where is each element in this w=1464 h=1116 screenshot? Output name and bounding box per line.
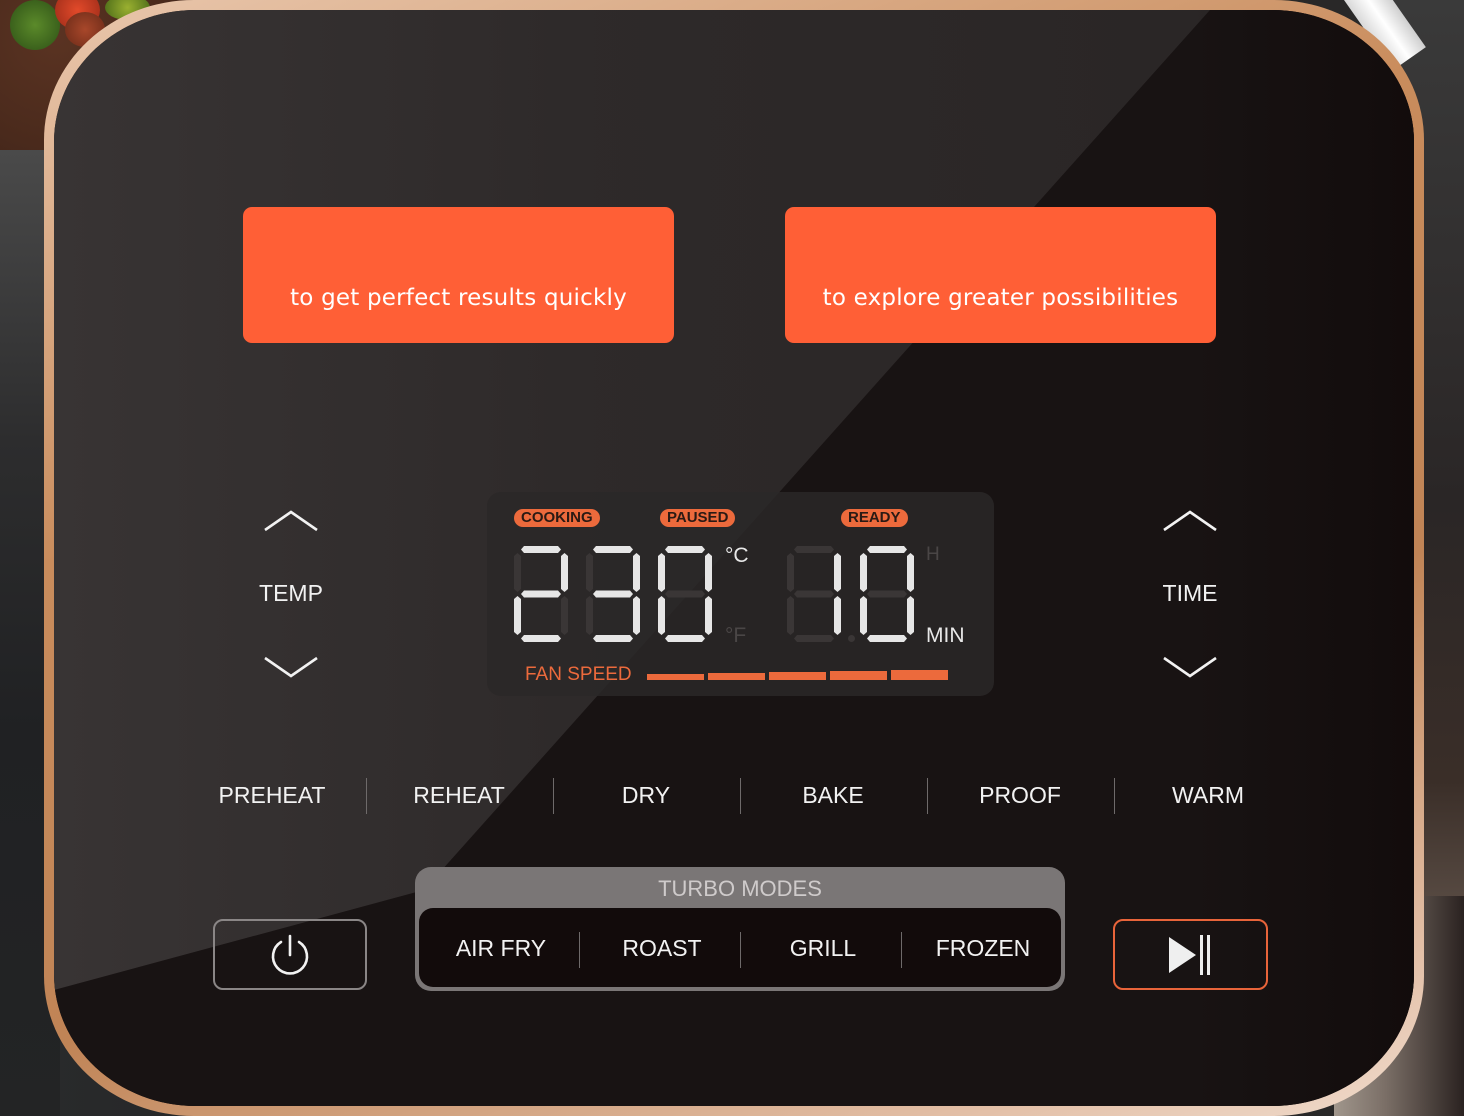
lcd-display: COOKING PAUSED READY °C °F H MIN FAN SPE…	[487, 492, 994, 696]
fan-speed-bar	[891, 670, 948, 680]
segment-c	[633, 596, 640, 635]
segment-e	[586, 596, 593, 635]
chevron-down-icon	[1163, 656, 1217, 678]
seven-segment-digit	[860, 546, 914, 642]
segment-g	[867, 590, 907, 598]
turbo-roast[interactable]: ROAST	[582, 935, 742, 962]
segment-b	[633, 553, 640, 592]
seven-segment-digit	[586, 546, 640, 642]
divider	[740, 778, 741, 814]
unit-fahrenheit: °F	[725, 624, 747, 647]
temp-label: TEMP	[259, 580, 323, 606]
turbo-modes-group: TURBO MODES AIR FRY ROAST GRILL FROZEN	[415, 867, 1065, 991]
time-down-button[interactable]	[1162, 654, 1218, 682]
segment-b	[561, 553, 568, 592]
seven-segment-digit	[514, 546, 568, 642]
mode-reheat[interactable]: REHEAT	[369, 782, 549, 809]
fan-speed-label: FAN SPEED	[525, 664, 632, 685]
segment-g	[521, 590, 561, 598]
fan-speed-bar	[708, 673, 765, 680]
segment-f	[787, 553, 794, 592]
segment-f	[658, 553, 665, 592]
temp-up-button[interactable]	[263, 506, 319, 534]
segment-a	[794, 546, 834, 553]
temp-down-button[interactable]	[263, 654, 319, 682]
segment-c	[705, 596, 712, 635]
turbo-air-fry[interactable]: AIR FRY	[421, 935, 581, 962]
divider	[553, 778, 554, 814]
time-label: TIME	[1162, 580, 1218, 606]
seven-segment-digit	[787, 546, 841, 642]
chevron-up-icon	[264, 510, 318, 532]
preset-subtitle: to get perfect results quickly	[290, 285, 627, 311]
divider	[1114, 778, 1115, 814]
fan-speed-bar	[769, 672, 826, 680]
status-badge-ready: READY	[841, 509, 908, 527]
segment-g	[665, 590, 705, 598]
segment-g	[794, 590, 834, 598]
fan-speed-bar	[647, 674, 704, 680]
segment-b	[834, 553, 841, 592]
mode-proof[interactable]: PROOF	[930, 782, 1110, 809]
seven-segment-digit	[658, 546, 712, 642]
segment-a	[867, 546, 907, 553]
segment-b	[705, 553, 712, 592]
segment-d	[593, 635, 633, 642]
divider	[901, 932, 902, 968]
play-pause-icon	[1168, 934, 1210, 975]
mode-warm[interactable]: WARM	[1118, 782, 1298, 809]
divider	[366, 778, 367, 814]
turbo-frozen[interactable]: FROZEN	[903, 935, 1063, 962]
segment-d	[867, 635, 907, 642]
chevron-up-icon	[1163, 510, 1217, 532]
segment-b	[907, 553, 914, 592]
segment-e	[658, 596, 665, 635]
unit-minutes: MIN	[926, 624, 965, 647]
turbo-modes-list: AIR FRY ROAST GRILL FROZEN	[419, 908, 1061, 987]
segment-g	[593, 590, 633, 598]
chevron-down-icon	[264, 656, 318, 678]
segment-e	[514, 596, 521, 635]
divider	[579, 932, 580, 968]
segment-d	[794, 635, 834, 642]
segment-f	[586, 553, 593, 592]
preset-button-quick[interactable]: to get perfect results quickly	[243, 207, 674, 343]
background-broccoli	[10, 0, 60, 50]
divider	[740, 932, 741, 968]
segment-e	[860, 596, 867, 635]
segment-d	[521, 635, 561, 642]
power-button[interactable]	[213, 919, 367, 990]
mode-row: PREHEAT REHEAT DRY BAKE PROOF WARM	[0, 778, 1464, 814]
segment-e	[787, 596, 794, 635]
segment-c	[834, 596, 841, 635]
segment-c	[907, 596, 914, 635]
status-badge-cooking: COOKING	[514, 509, 600, 527]
fan-speed-bar	[830, 671, 887, 680]
status-badge-paused: PAUSED	[660, 509, 736, 527]
segment-a	[593, 546, 633, 553]
time-up-button[interactable]	[1162, 506, 1218, 534]
preset-subtitle: to explore greater possibilities	[822, 285, 1179, 311]
unit-celsius: °C	[725, 544, 749, 567]
decimal-point	[848, 635, 855, 642]
preset-button-explore[interactable]: to explore greater possibilities	[785, 207, 1216, 343]
turbo-modes-title: TURBO MODES	[658, 876, 822, 901]
unit-hours: H	[926, 544, 940, 565]
segment-f	[860, 553, 867, 592]
segment-a	[521, 546, 561, 553]
divider	[927, 778, 928, 814]
turbo-grill[interactable]: GRILL	[743, 935, 903, 962]
start-pause-button[interactable]	[1113, 919, 1268, 990]
mode-dry[interactable]: DRY	[556, 782, 736, 809]
mode-bake[interactable]: BAKE	[743, 782, 923, 809]
segment-f	[514, 553, 521, 592]
power-icon	[271, 934, 309, 975]
segment-c	[561, 596, 568, 635]
segment-a	[665, 546, 705, 553]
segment-d	[665, 635, 705, 642]
mode-preheat[interactable]: PREHEAT	[182, 782, 362, 809]
